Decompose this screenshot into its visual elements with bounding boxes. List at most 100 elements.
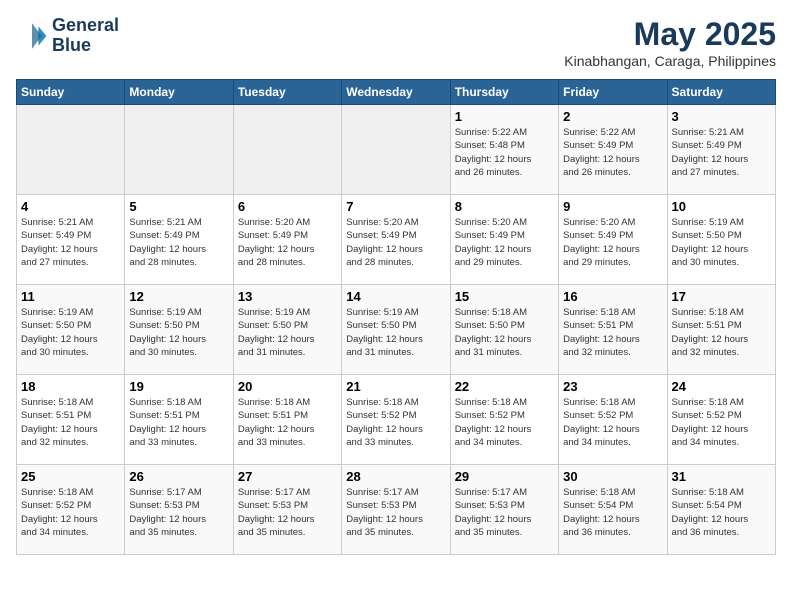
day-number: 2 <box>563 109 662 124</box>
calendar-header: SundayMondayTuesdayWednesdayThursdayFrid… <box>17 80 776 105</box>
calendar-cell: 30 Sunrise: 5:18 AM Sunset: 5:54 PM Dayli… <box>559 465 667 555</box>
page-header: General Blue May 2025 Kinabhangan, Carag… <box>16 16 776 69</box>
calendar-cell: 11 Sunrise: 5:19 AM Sunset: 5:50 PM Dayli… <box>17 285 125 375</box>
day-number: 1 <box>455 109 554 124</box>
logo: General Blue <box>16 16 119 56</box>
calendar-week-2: 4Sunrise: 5:21 AM Sunset: 5:49 PM Daylig… <box>17 195 776 285</box>
calendar-cell <box>125 105 233 195</box>
day-info: Sunrise: 5:19 AM Sunset: 5:50 PM Dayligh… <box>238 306 337 359</box>
day-number: 26 <box>129 469 228 484</box>
calendar-cell: 23Sunrise: 5:18 AM Sunset: 5:52 PM Dayli… <box>559 375 667 465</box>
day-number: 31 <box>672 469 771 484</box>
calendar-cell: 24 Sunrise: 5:18 AM Sunset: 5:52 PM Dayli… <box>667 375 775 465</box>
calendar-cell: 21 Sunrise: 5:18 AM Sunset: 5:52 PM Dayli… <box>342 375 450 465</box>
weekday-row: SundayMondayTuesdayWednesdayThursdayFrid… <box>17 80 776 105</box>
day-info: Sunrise: 5:18 AM Sunset: 5:54 PM Dayligh… <box>563 486 662 539</box>
calendar-cell: 18Sunrise: 5:18 AM Sunset: 5:51 PM Dayli… <box>17 375 125 465</box>
calendar-cell: 29 Sunrise: 5:17 AM Sunset: 5:53 PM Dayli… <box>450 465 558 555</box>
day-number: 21 <box>346 379 445 394</box>
calendar-cell: 4Sunrise: 5:21 AM Sunset: 5:49 PM Daylig… <box>17 195 125 285</box>
day-info: Sunrise: 5:21 AM Sunset: 5:49 PM Dayligh… <box>129 216 228 269</box>
day-number: 7 <box>346 199 445 214</box>
calendar-cell: 9Sunrise: 5:20 AM Sunset: 5:49 PM Daylig… <box>559 195 667 285</box>
calendar-cell: 14 Sunrise: 5:19 AM Sunset: 5:50 PM Dayli… <box>342 285 450 375</box>
calendar-cell: 31Sunrise: 5:18 AM Sunset: 5:54 PM Dayli… <box>667 465 775 555</box>
day-number: 6 <box>238 199 337 214</box>
calendar-cell: 19Sunrise: 5:18 AM Sunset: 5:51 PM Dayli… <box>125 375 233 465</box>
day-number: 8 <box>455 199 554 214</box>
calendar-cell <box>233 105 341 195</box>
day-info: Sunrise: 5:18 AM Sunset: 5:52 PM Dayligh… <box>455 396 554 449</box>
day-info: Sunrise: 5:17 AM Sunset: 5:53 PM Dayligh… <box>238 486 337 539</box>
calendar-cell: 3 Sunrise: 5:21 AM Sunset: 5:49 PM Daylig… <box>667 105 775 195</box>
day-info: Sunrise: 5:18 AM Sunset: 5:52 PM Dayligh… <box>672 396 771 449</box>
weekday-header-wednesday: Wednesday <box>342 80 450 105</box>
calendar-cell: 17Sunrise: 5:18 AM Sunset: 5:51 PM Dayli… <box>667 285 775 375</box>
calendar-cell: 12 Sunrise: 5:19 AM Sunset: 5:50 PM Dayli… <box>125 285 233 375</box>
day-number: 20 <box>238 379 337 394</box>
day-info: Sunrise: 5:18 AM Sunset: 5:52 PM Dayligh… <box>346 396 445 449</box>
day-info: Sunrise: 5:19 AM Sunset: 5:50 PM Dayligh… <box>129 306 228 359</box>
calendar-cell: 10Sunrise: 5:19 AM Sunset: 5:50 PM Dayli… <box>667 195 775 285</box>
day-info: Sunrise: 5:19 AM Sunset: 5:50 PM Dayligh… <box>672 216 771 269</box>
day-number: 30 <box>563 469 662 484</box>
day-info: Sunrise: 5:17 AM Sunset: 5:53 PM Dayligh… <box>455 486 554 539</box>
calendar-cell: 2 Sunrise: 5:22 AM Sunset: 5:49 PM Daylig… <box>559 105 667 195</box>
day-info: Sunrise: 5:17 AM Sunset: 5:53 PM Dayligh… <box>129 486 228 539</box>
weekday-header-sunday: Sunday <box>17 80 125 105</box>
calendar-cell: 27Sunrise: 5:17 AM Sunset: 5:53 PM Dayli… <box>233 465 341 555</box>
day-info: Sunrise: 5:18 AM Sunset: 5:51 PM Dayligh… <box>129 396 228 449</box>
day-number: 12 <box>129 289 228 304</box>
logo-text: General Blue <box>52 16 119 56</box>
day-info: Sunrise: 5:18 AM Sunset: 5:51 PM Dayligh… <box>563 306 662 359</box>
calendar-cell: 1 Sunrise: 5:22 AM Sunset: 5:48 PM Daylig… <box>450 105 558 195</box>
day-number: 3 <box>672 109 771 124</box>
calendar-cell <box>17 105 125 195</box>
day-info: Sunrise: 5:21 AM Sunset: 5:49 PM Dayligh… <box>672 126 771 179</box>
weekday-header-saturday: Saturday <box>667 80 775 105</box>
day-info: Sunrise: 5:19 AM Sunset: 5:50 PM Dayligh… <box>346 306 445 359</box>
calendar-cell: 6 Sunrise: 5:20 AM Sunset: 5:49 PM Daylig… <box>233 195 341 285</box>
calendar-cell: 8Sunrise: 5:20 AM Sunset: 5:49 PM Daylig… <box>450 195 558 285</box>
day-info: Sunrise: 5:21 AM Sunset: 5:49 PM Dayligh… <box>21 216 120 269</box>
calendar-cell <box>342 105 450 195</box>
day-number: 22 <box>455 379 554 394</box>
day-number: 25 <box>21 469 120 484</box>
calendar-week-5: 25 Sunrise: 5:18 AM Sunset: 5:52 PM Dayli… <box>17 465 776 555</box>
day-number: 15 <box>455 289 554 304</box>
day-info: Sunrise: 5:17 AM Sunset: 5:53 PM Dayligh… <box>346 486 445 539</box>
calendar-cell: 26 Sunrise: 5:17 AM Sunset: 5:53 PM Dayli… <box>125 465 233 555</box>
day-number: 28 <box>346 469 445 484</box>
day-number: 9 <box>563 199 662 214</box>
weekday-header-monday: Monday <box>125 80 233 105</box>
day-info: Sunrise: 5:20 AM Sunset: 5:49 PM Dayligh… <box>238 216 337 269</box>
day-info: Sunrise: 5:19 AM Sunset: 5:50 PM Dayligh… <box>21 306 120 359</box>
day-info: Sunrise: 5:22 AM Sunset: 5:48 PM Dayligh… <box>455 126 554 179</box>
day-number: 11 <box>21 289 120 304</box>
calendar-cell: 7 Sunrise: 5:20 AM Sunset: 5:49 PM Daylig… <box>342 195 450 285</box>
day-info: Sunrise: 5:18 AM Sunset: 5:52 PM Dayligh… <box>563 396 662 449</box>
day-info: Sunrise: 5:18 AM Sunset: 5:50 PM Dayligh… <box>455 306 554 359</box>
weekday-header-thursday: Thursday <box>450 80 558 105</box>
day-number: 18 <box>21 379 120 394</box>
calendar-cell: 5 Sunrise: 5:21 AM Sunset: 5:49 PM Daylig… <box>125 195 233 285</box>
month-title: May 2025 <box>564 16 776 53</box>
calendar-cell: 25 Sunrise: 5:18 AM Sunset: 5:52 PM Dayli… <box>17 465 125 555</box>
day-number: 16 <box>563 289 662 304</box>
weekday-header-friday: Friday <box>559 80 667 105</box>
calendar-week-3: 11 Sunrise: 5:19 AM Sunset: 5:50 PM Dayli… <box>17 285 776 375</box>
day-info: Sunrise: 5:20 AM Sunset: 5:49 PM Dayligh… <box>346 216 445 269</box>
calendar-cell: 15 Sunrise: 5:18 AM Sunset: 5:50 PM Dayli… <box>450 285 558 375</box>
day-number: 29 <box>455 469 554 484</box>
calendar-week-1: 1 Sunrise: 5:22 AM Sunset: 5:48 PM Daylig… <box>17 105 776 195</box>
day-info: Sunrise: 5:18 AM Sunset: 5:52 PM Dayligh… <box>21 486 120 539</box>
weekday-header-tuesday: Tuesday <box>233 80 341 105</box>
calendar-cell: 20 Sunrise: 5:18 AM Sunset: 5:51 PM Dayli… <box>233 375 341 465</box>
day-number: 5 <box>129 199 228 214</box>
day-info: Sunrise: 5:22 AM Sunset: 5:49 PM Dayligh… <box>563 126 662 179</box>
day-info: Sunrise: 5:18 AM Sunset: 5:51 PM Dayligh… <box>238 396 337 449</box>
day-info: Sunrise: 5:18 AM Sunset: 5:51 PM Dayligh… <box>672 306 771 359</box>
location: Kinabhangan, Caraga, Philippines <box>564 53 776 69</box>
day-number: 14 <box>346 289 445 304</box>
day-number: 24 <box>672 379 771 394</box>
